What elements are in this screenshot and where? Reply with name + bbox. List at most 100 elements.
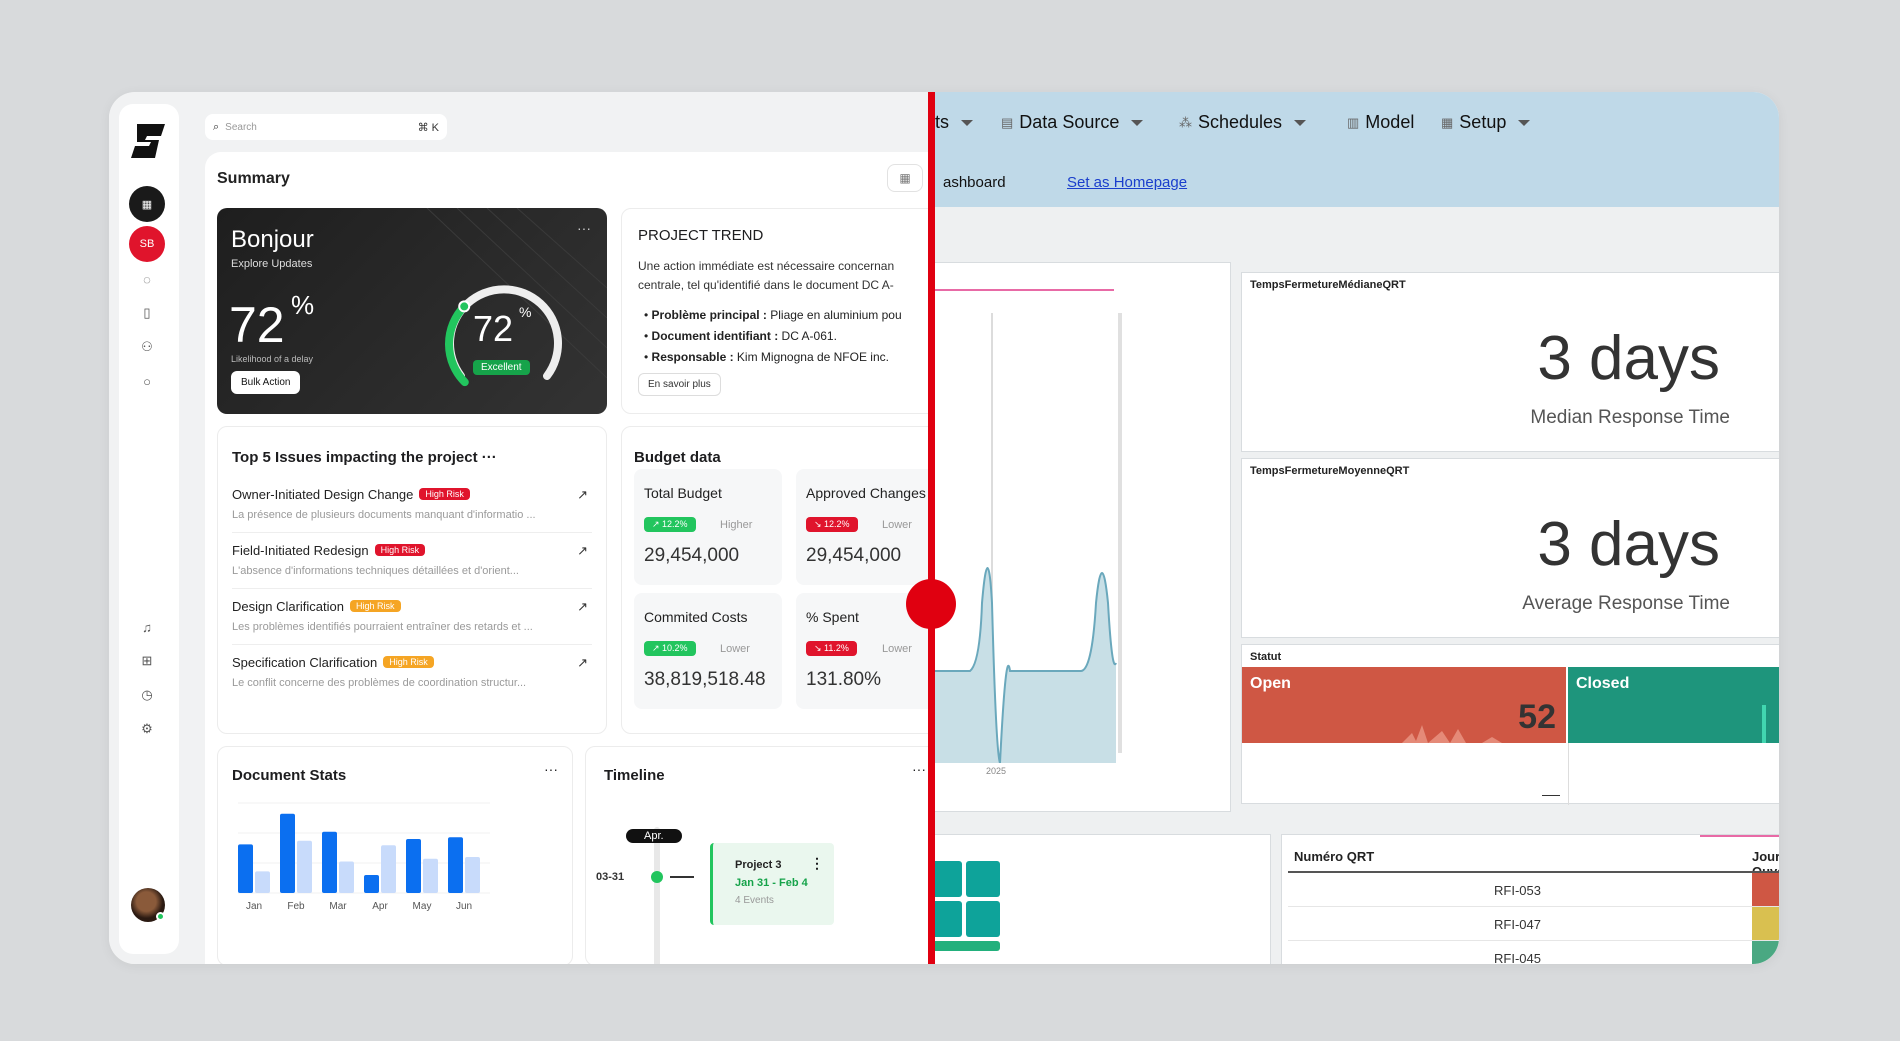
heatmap-panel (929, 834, 1271, 964)
apps-icon[interactable]: ⊞ (136, 650, 158, 672)
delay-percent: 72 (229, 297, 285, 353)
heat-tile (966, 861, 1000, 897)
user-initials-avatar[interactable]: SB (129, 226, 165, 262)
project-trend-line-2: centrale, tel qu'identifié dans le docum… (638, 278, 894, 292)
online-status-dot (156, 912, 165, 921)
table-row[interactable]: RFI-047 (1288, 907, 1779, 941)
days-open-cell (1752, 873, 1779, 906)
learn-more-button[interactable]: En savoir plus (638, 373, 721, 396)
open-arrow-icon[interactable]: ↗ (577, 543, 588, 559)
set-as-homepage-link[interactable]: Set as Homepage (1067, 174, 1187, 191)
qrt-id: RFI-053 (1494, 883, 1541, 898)
page-title: Summary (217, 170, 290, 187)
menu-setup[interactable]: ▦ Setup (1441, 112, 1531, 133)
model-icon: ▥ (1347, 114, 1360, 130)
open-arrow-icon[interactable]: ↗ (577, 487, 588, 503)
project-trend-card: PROJECT TREND Une action immédiate est n… (621, 208, 929, 414)
status-open-tile[interactable]: Open 52 (1242, 667, 1566, 743)
risk-badge: High Risk (419, 488, 470, 500)
timeline-event-card[interactable]: Project 3 Jan 31 - Feb 4 4 Events ⋮ (710, 843, 834, 925)
budget-value: 29,454,000 (644, 545, 740, 566)
status-closed-tile[interactable]: Closed 7 (1568, 667, 1779, 743)
average-kpi-panel: TempsFermetureMoyenneQRT 3 days Average … (1241, 458, 1779, 638)
dashboard-link[interactable]: ashboard (943, 174, 1006, 191)
issue-row[interactable]: Field-Initiated Redesign High Risk L'abse… (232, 533, 592, 589)
project-trend-list: Problème principal : Pliage en aluminium… (644, 305, 902, 368)
budget-cell-total: Total Budget ↗ 12.2% Higher 29,454,000 (634, 469, 782, 585)
trend-pill: ↘ 11.2% (806, 641, 857, 656)
area-chart (930, 313, 1122, 763)
comparison-slider-handle[interactable] (906, 579, 956, 629)
x-tick-label: Mar (329, 901, 347, 912)
status-open-label: Open (1250, 675, 1291, 692)
table-row[interactable]: RFI-045 (1288, 941, 1779, 964)
status-panel: Statut Open 52 Closed 7 (1241, 644, 1779, 805)
open-sparkline (1402, 725, 1502, 743)
more-options-icon[interactable]: ··· (912, 761, 926, 777)
event-menu-icon[interactable]: ⋮ (810, 855, 824, 872)
col-header-qrt-number[interactable]: Numéro QRT (1294, 849, 1374, 864)
issue-row[interactable]: Owner-Initiated Design Change High Risk L… (232, 477, 592, 533)
timeline-title: Timeline (604, 767, 665, 784)
open-arrow-icon[interactable]: ↗ (577, 655, 588, 671)
x-tick-label: Jan (246, 901, 262, 912)
budget-label: Commited Costs (644, 609, 748, 625)
document-icon[interactable]: ▯ (136, 302, 158, 324)
search-nav-icon[interactable]: ○ (136, 370, 158, 392)
budget-data-card: Budget data Total Budget ↗ 12.2% Higher … (621, 426, 929, 734)
bar-feb-2 (297, 840, 312, 893)
status-open-dash (1542, 795, 1560, 796)
grid-menu-icon[interactable]: ▦ (129, 186, 165, 222)
search-bar[interactable]: ⌕ Search ⌘ K (205, 114, 447, 140)
issue-name: Owner-Initiated Design Change High Risk (232, 487, 470, 502)
settings-gear-icon[interactable]: ⚙ (136, 718, 158, 740)
menu-schedules[interactable]: ⁂ Schedules (1179, 112, 1307, 133)
profile-avatar[interactable] (131, 888, 165, 922)
budget-cell-committed: Commited Costs ↗ 10.2% Lower 38,819,518.… (634, 593, 782, 709)
timeline-card: Timeline ··· Apr. 03-31 Project 3 Jan 31… (585, 746, 929, 964)
table-row[interactable]: RFI-053 (1288, 873, 1779, 907)
trend-item-document: Document identifiant : DC A-061. (644, 326, 902, 347)
bar-may-1 (406, 839, 421, 893)
heat-tile (966, 901, 1000, 937)
users-icon[interactable]: ⚇ (136, 336, 158, 358)
status-open-value: 52 (1518, 698, 1556, 736)
issues-more-icon[interactable]: ··· (482, 449, 497, 466)
median-kpi-label: Median Response Time (1530, 407, 1730, 428)
issue-name: Design Clarification High Risk (232, 599, 401, 614)
qrt-id: RFI-047 (1494, 917, 1541, 932)
trend-tag: Higher (720, 519, 753, 531)
menu-model[interactable]: ▥ Model (1347, 112, 1414, 133)
bell-icon[interactable]: ♫ (136, 616, 158, 638)
budget-value: 29,454,000 (806, 545, 902, 566)
trend-tag: Lower (882, 643, 912, 655)
delay-percent-sign: % (291, 290, 315, 320)
app-logo[interactable] (129, 122, 169, 160)
qrt-id: RFI-045 (1494, 951, 1541, 964)
average-kpi-value: 3 days (1537, 510, 1720, 579)
comparison-slider-line[interactable] (928, 92, 935, 964)
issue-row[interactable]: Design Clarification High Risk Les problè… (232, 589, 592, 645)
menu-data-source[interactable]: ▤ Data Source (1001, 112, 1144, 133)
bar-jun-2 (465, 857, 480, 893)
greeting-card: Bonjour Explore Updates 72 % Likelihood … (217, 208, 607, 414)
top-menu-bar (929, 92, 1779, 207)
bulk-action-button[interactable]: Bulk Action (231, 371, 301, 394)
more-options-icon[interactable]: ··· (544, 761, 558, 777)
clock-icon[interactable]: ◷ (136, 684, 158, 706)
issue-name: Field-Initiated Redesign High Risk (232, 543, 426, 558)
open-arrow-icon[interactable]: ↗ (577, 599, 588, 615)
risk-badge: High Risk (374, 544, 426, 556)
trend-pill: ↗ 12.2% (644, 517, 696, 532)
menu-reports[interactable]: rts (929, 112, 973, 133)
panel-accent-line (930, 289, 1114, 291)
left-dashboard-app: ▦ SB ◌ ▯ ⚇ ○ ♫ ⊞ ◷ ⚙ ⌕ Search ⌘ K Summar… (109, 92, 929, 964)
trend-tag: Lower (720, 643, 750, 655)
calendar-icon[interactable]: ▦ (887, 164, 923, 192)
chat-icon[interactable]: ◌ (136, 268, 158, 290)
more-options-icon[interactable]: ··· (577, 220, 591, 236)
issue-row[interactable]: Specification Clarification High Risk Le … (232, 645, 592, 701)
budget-title: Budget data (634, 449, 721, 466)
risk-badge: High Risk (350, 600, 401, 612)
bar-jun-1 (448, 837, 463, 893)
